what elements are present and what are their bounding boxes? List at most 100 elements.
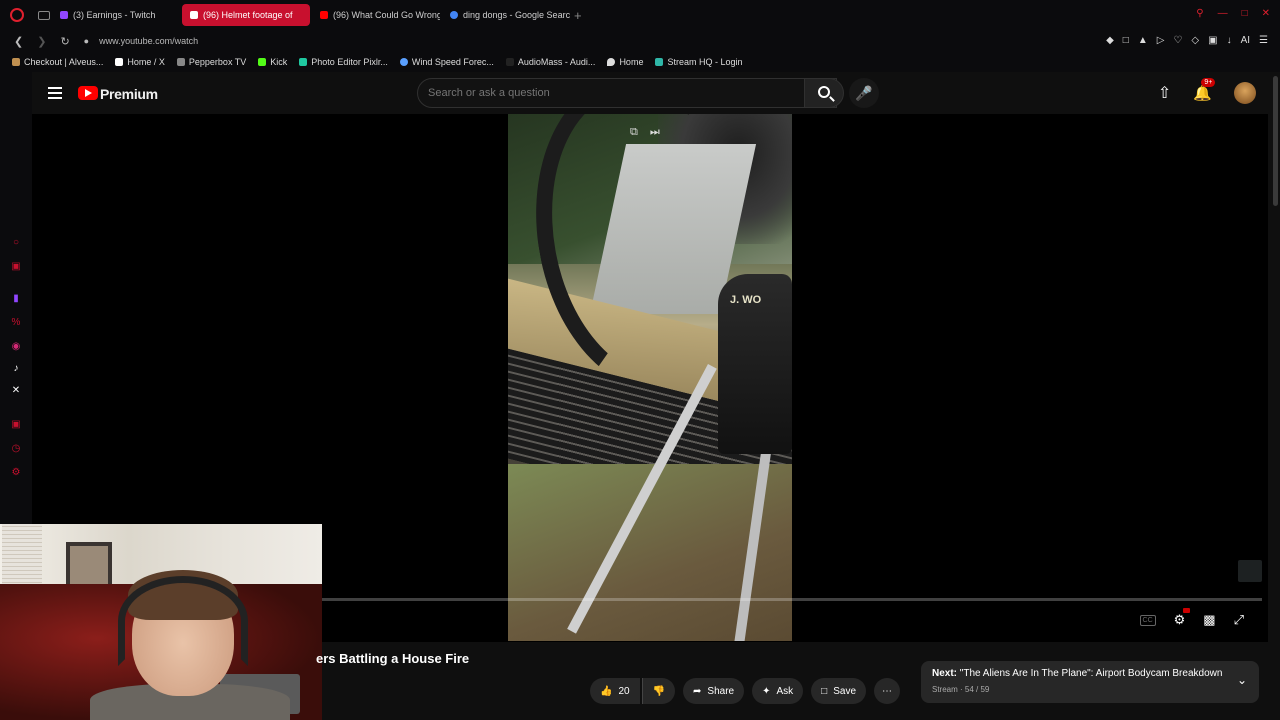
extensions-icon[interactable]: ◇ bbox=[1191, 35, 1199, 46]
search-box[interactable] bbox=[417, 78, 837, 108]
fullscreen-icon[interactable]: ⤢ bbox=[1234, 612, 1244, 628]
tiktok-icon[interactable]: ♪ bbox=[11, 364, 21, 374]
bookmark-item[interactable]: Photo Editor Pixlr... bbox=[299, 57, 388, 67]
bookmark-item[interactable]: Wind Speed Forec... bbox=[399, 57, 494, 67]
bookmark-item[interactable]: AudioMass - Audi... bbox=[505, 57, 596, 67]
microphone-icon[interactable]: 🎤 bbox=[849, 78, 879, 108]
notifications-bell-icon[interactable]: 🔔 9+ bbox=[1193, 78, 1216, 102]
thumbs-up-icon: 👍 bbox=[600, 685, 613, 697]
tab-google-search[interactable]: ding dongs - Google Search bbox=[442, 4, 570, 26]
more-actions-button[interactable]: ⋯ bbox=[874, 678, 901, 704]
hd-badge bbox=[1182, 608, 1190, 613]
search-icon bbox=[818, 86, 830, 98]
forward-icon[interactable]: ❯ bbox=[37, 35, 46, 48]
youtube-logo-icon[interactable] bbox=[78, 86, 98, 100]
webcam-headset bbox=[118, 576, 248, 666]
next-playlist-position: Stream · 54 / 59 bbox=[932, 685, 990, 694]
bookmarks-bar: Checkout | Alveus... Home / X Pepperbox … bbox=[0, 52, 1280, 72]
ai-icon[interactable]: AI bbox=[1241, 35, 1250, 46]
x-icon[interactable]: ✕ bbox=[11, 386, 21, 396]
back-icon[interactable]: ❮ bbox=[14, 35, 23, 48]
tab-menu-icon[interactable] bbox=[38, 10, 50, 20]
address-bar: ❮ ❯ ↻ ● www.youtube.com/watch ◆ □ ▲ ▷ ♡ … bbox=[0, 30, 1280, 52]
bookmark-favicon-icon bbox=[12, 58, 20, 66]
tab-label: (96) Helmet footage of bbox=[203, 10, 293, 20]
share-button[interactable]: ➦ Share bbox=[683, 678, 745, 704]
bookmark-item[interactable]: Pepperbox TV bbox=[176, 57, 247, 67]
bookmark-label: Kick bbox=[270, 57, 288, 67]
page-scrollbar[interactable] bbox=[1273, 76, 1278, 206]
instagram-icon[interactable]: ◉ bbox=[11, 342, 21, 352]
crypto-wallet-icon[interactable]: ▣ bbox=[11, 262, 21, 272]
search-input[interactable] bbox=[428, 87, 788, 99]
heart-icon[interactable]: ♡ bbox=[1173, 35, 1182, 46]
bookmark-label: Home / X bbox=[127, 57, 165, 67]
theater-mode-icon[interactable]: ▩ bbox=[1203, 612, 1215, 628]
maximize-icon[interactable]: □ bbox=[1242, 8, 1248, 19]
twitch-icon[interactable]: ▮ bbox=[11, 294, 21, 304]
share-icon: ➦ bbox=[693, 685, 702, 697]
location-pin-icon bbox=[607, 58, 616, 66]
avatar[interactable] bbox=[1234, 82, 1256, 104]
menu-icon[interactable]: ☰ bbox=[1259, 35, 1268, 46]
tab-helmet-footage[interactable]: (96) Helmet footage of bbox=[182, 4, 310, 26]
chevron-down-icon[interactable]: ⌄ bbox=[1237, 673, 1247, 687]
new-tab-button[interactable]: + bbox=[574, 8, 582, 23]
miniplayer-icon[interactable]: ⧉ bbox=[630, 126, 638, 139]
search-tabs-icon[interactable]: ⚲ bbox=[1196, 8, 1203, 19]
bookmark-favicon-icon bbox=[299, 58, 308, 66]
bookmark-item[interactable]: Home / X bbox=[115, 57, 165, 67]
like-count: 20 bbox=[618, 685, 630, 697]
bookmark-label: Home bbox=[619, 57, 644, 67]
download-icon[interactable]: ↓ bbox=[1227, 35, 1232, 46]
save-label: Save bbox=[833, 685, 857, 697]
like-button[interactable]: 👍 20 bbox=[590, 678, 640, 704]
minimize-icon[interactable]: — bbox=[1218, 8, 1228, 19]
tab-label: (3) Earnings - Twitch bbox=[73, 10, 156, 20]
channel-watermark[interactable] bbox=[1238, 560, 1262, 582]
aria-icon[interactable]: ○ bbox=[11, 238, 21, 248]
dislike-button[interactable]: 👎 bbox=[641, 678, 676, 704]
bookmark-label: Pepperbox TV bbox=[188, 57, 247, 67]
wallet-icon[interactable]: ▣ bbox=[1208, 35, 1217, 46]
shield-icon[interactable]: ▲ bbox=[1138, 35, 1148, 46]
skip-next-icon[interactable]: ⏭ bbox=[650, 126, 660, 139]
search-button[interactable] bbox=[804, 78, 844, 108]
tab-twitch-earnings[interactable]: (3) Earnings - Twitch bbox=[52, 4, 180, 26]
next-up-card[interactable]: Next: "The Aliens Are In The Plane": Air… bbox=[921, 661, 1259, 703]
save-button[interactable]: □ Save bbox=[811, 678, 867, 704]
close-icon[interactable]: ✕ bbox=[1262, 8, 1270, 19]
webcam-overlay bbox=[0, 524, 322, 720]
youtube-brand[interactable]: Premium bbox=[100, 86, 158, 102]
progress-bar[interactable] bbox=[322, 598, 1262, 601]
tab-what-could-go-wrong[interactable]: (96) What Could Go Wrong bbox=[312, 4, 440, 26]
speaker-icon bbox=[190, 11, 198, 19]
bookmark-item[interactable]: Home bbox=[607, 57, 643, 67]
settings-gear-icon[interactable]: ⚙ bbox=[1174, 608, 1190, 628]
youtube-header: Premium 🎤 ⇧ 🔔9+ bbox=[32, 72, 1280, 116]
next-title-line: Next: "The Aliens Are In The Plane": Air… bbox=[932, 668, 1222, 679]
extension-icons: ◆ □ ▲ ▷ ♡ ◇ ▣ ↓ AI ☰ bbox=[1106, 35, 1268, 46]
youtube-favicon-icon bbox=[320, 11, 328, 19]
bookmark-item[interactable]: Kick bbox=[258, 57, 287, 67]
play-icon[interactable]: ▷ bbox=[1157, 35, 1165, 46]
ask-label: Ask bbox=[776, 685, 794, 697]
reload-icon[interactable]: ↻ bbox=[60, 35, 69, 48]
history-icon[interactable]: ◷ bbox=[11, 444, 21, 454]
bookmark-item[interactable]: Stream HQ - Login bbox=[655, 57, 742, 67]
pin-icon[interactable]: ◆ bbox=[1106, 35, 1114, 46]
bookmark-label: AudioMass - Audi... bbox=[517, 57, 596, 67]
opera-logo-icon[interactable] bbox=[10, 8, 24, 22]
bookmarks-icon[interactable]: ▣ bbox=[11, 420, 21, 430]
upload-icon[interactable]: ⇧ bbox=[1158, 83, 1171, 103]
hamburger-menu-icon[interactable] bbox=[48, 87, 62, 99]
discord-icon[interactable]: % bbox=[11, 318, 21, 328]
bookmark-item[interactable]: Checkout | Alveus... bbox=[12, 57, 103, 67]
url-field[interactable]: www.youtube.com/watch bbox=[99, 36, 198, 46]
video-frame[interactable]: J. WO ⧉ ⏭ bbox=[508, 114, 792, 641]
bookmark-label: Stream HQ - Login bbox=[667, 57, 743, 67]
ask-button[interactable]: ✦ Ask bbox=[752, 678, 804, 704]
snapshot-icon[interactable]: □ bbox=[1123, 35, 1129, 46]
captions-button[interactable]: CC bbox=[1139, 614, 1156, 626]
settings-icon[interactable]: ⚙ bbox=[11, 468, 21, 478]
